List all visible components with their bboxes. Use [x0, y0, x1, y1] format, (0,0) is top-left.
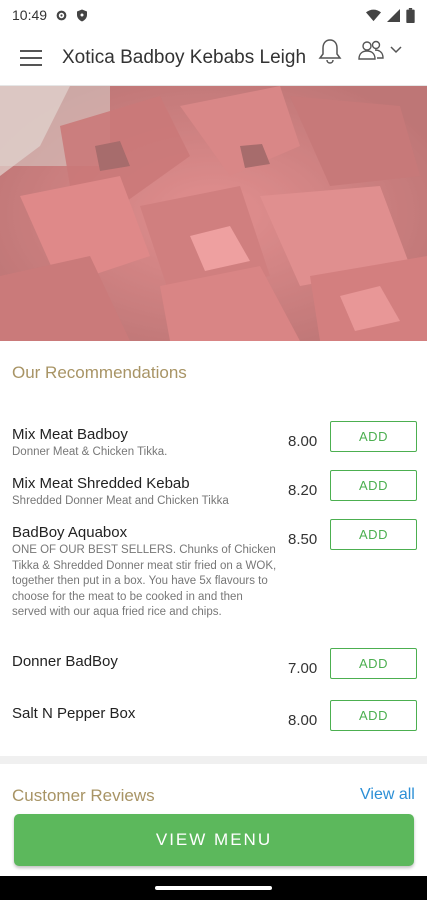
settings-icon — [56, 10, 67, 20]
app-bar: Xotica Badboy Kebabs Leigh — [0, 30, 427, 86]
food-photo — [0, 86, 427, 341]
add-button[interactable]: ADD — [330, 700, 417, 731]
section-divider — [0, 756, 427, 764]
notifications-button[interactable] — [318, 38, 346, 66]
item-price: 7.00 — [288, 660, 318, 677]
page-title: Xotica Badboy Kebabs Leigh — [62, 46, 307, 68]
add-button[interactable]: ADD — [330, 519, 417, 550]
signal-icon — [387, 8, 400, 22]
add-button[interactable]: ADD — [330, 421, 417, 452]
account-menu[interactable] — [358, 40, 402, 60]
recommendations-title: Our Recommendations — [12, 363, 187, 382]
item-description: Donner Meat & Chicken Tikka. — [12, 446, 168, 458]
item-description: Shredded Donner Meat and Chicken Tikka — [12, 495, 229, 507]
list-item: BadBoy Aquabox ONE OF OUR BEST SELLERS. … — [12, 519, 417, 621]
item-price: 8.20 — [288, 482, 318, 499]
chevron-down-icon — [390, 46, 402, 54]
menu-icon — [20, 49, 42, 66]
menu-button[interactable] — [0, 30, 62, 86]
wifi-icon — [366, 9, 381, 21]
status-bar: 10:49 — [0, 0, 427, 30]
bell-icon — [318, 39, 342, 64]
system-nav-bar — [0, 876, 427, 900]
status-time: 10:49 — [12, 7, 48, 23]
list-item: Salt N Pepper Box 8.00 ADD — [12, 700, 417, 731]
view-menu-button[interactable]: VIEW MENU — [14, 814, 414, 866]
item-price: 8.00 — [288, 433, 318, 450]
reviews-title: Customer Reviews — [12, 786, 155, 805]
list-item: Mix Meat Shredded Kebab Shredded Donner … — [12, 470, 417, 510]
item-description: ONE OF OUR BEST SELLERS. Chunks of Chick… — [12, 544, 277, 618]
add-button[interactable]: ADD — [330, 470, 417, 501]
hero-image — [0, 86, 427, 341]
battery-icon — [406, 7, 415, 23]
list-item: Donner BadBoy 7.00 ADD — [12, 648, 417, 679]
list-item: Mix Meat Badboy Donner Meat & Chicken Ti… — [12, 421, 417, 461]
home-gesture-handle[interactable] — [155, 886, 272, 890]
item-price: 8.00 — [288, 712, 318, 729]
add-button[interactable]: ADD — [330, 648, 417, 679]
users-icon — [358, 40, 384, 60]
item-price: 8.50 — [288, 531, 318, 548]
view-all-link[interactable]: View all — [360, 786, 415, 804]
shield-icon — [77, 9, 88, 21]
